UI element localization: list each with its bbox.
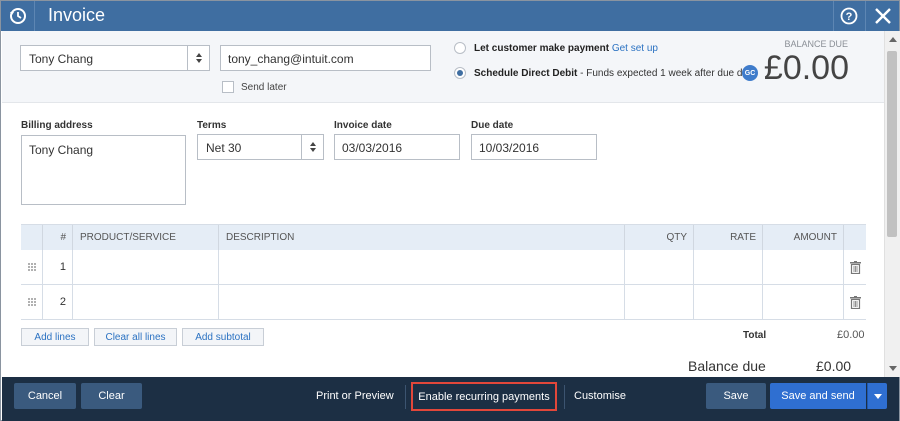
table-row[interactable]: 2 bbox=[21, 285, 866, 320]
customer-select[interactable]: Tony Chang bbox=[20, 45, 210, 71]
due-date-field[interactable]: 10/03/2016 bbox=[471, 134, 597, 160]
invoice-date-label: Invoice date bbox=[334, 120, 392, 131]
add-subtotal-button[interactable]: Add subtotal bbox=[182, 328, 264, 346]
save-button[interactable]: Save bbox=[706, 383, 766, 409]
column-product-service: PRODUCT/SERVICE bbox=[73, 225, 219, 251]
billing-address-field[interactable]: Tony Chang bbox=[21, 135, 186, 205]
enable-recurring-payments-link[interactable]: Enable recurring payments bbox=[411, 382, 557, 411]
due-date-label: Due date bbox=[471, 120, 514, 131]
footer-divider bbox=[564, 385, 565, 409]
amount-cell[interactable] bbox=[763, 285, 844, 320]
balance-due-amount: £0.00 bbox=[763, 49, 849, 87]
close-icon[interactable] bbox=[865, 1, 899, 31]
footer-divider bbox=[405, 385, 406, 409]
total-label: Total bbox=[743, 330, 767, 341]
balance-due-caption: BALANCE DUE bbox=[784, 39, 848, 49]
window-title: Invoice bbox=[48, 5, 106, 25]
vertical-scrollbar[interactable] bbox=[884, 31, 900, 377]
scroll-down-icon[interactable] bbox=[889, 366, 897, 371]
print-preview-link[interactable]: Print or Preview bbox=[316, 390, 394, 402]
save-and-send-button[interactable]: Save and send bbox=[770, 383, 866, 409]
column-amount: AMOUNT bbox=[763, 225, 844, 251]
terms-value: Net 30 bbox=[206, 141, 242, 155]
scroll-up-icon[interactable] bbox=[889, 37, 897, 42]
direct-debit-radio[interactable] bbox=[454, 67, 466, 79]
make-payment-radio[interactable] bbox=[454, 42, 466, 54]
make-payment-label: Let customer make payment bbox=[474, 43, 610, 54]
terms-select[interactable]: Net 30 bbox=[197, 134, 324, 160]
line-items-header: # PRODUCT/SERVICE DESCRIPTION QTY RATE A… bbox=[21, 224, 866, 251]
trash-icon[interactable] bbox=[850, 261, 861, 274]
description-cell[interactable] bbox=[219, 250, 625, 285]
rate-cell[interactable] bbox=[694, 250, 763, 285]
chevron-down-icon bbox=[873, 393, 882, 399]
footer-toolbar: Cancel Clear Print or Preview Enable rec… bbox=[2, 377, 899, 421]
row-number: 2 bbox=[59, 296, 66, 308]
send-later-label: Send later bbox=[241, 82, 287, 93]
svg-text:?: ? bbox=[845, 11, 852, 23]
qty-cell[interactable] bbox=[625, 250, 694, 285]
billing-address-label: Billing address bbox=[21, 120, 93, 131]
trash-icon[interactable] bbox=[850, 296, 861, 309]
cancel-button[interactable]: Cancel bbox=[14, 383, 76, 409]
title-bar: Invoice ? bbox=[1, 1, 899, 31]
drag-handle-icon[interactable] bbox=[27, 262, 37, 272]
drag-handle-cell[interactable] bbox=[21, 285, 43, 320]
clear-all-lines-button[interactable]: Clear all lines bbox=[94, 328, 177, 346]
drag-handle-cell[interactable] bbox=[21, 250, 43, 285]
send-later-checkbox[interactable] bbox=[222, 81, 234, 93]
rate-cell[interactable] bbox=[694, 285, 763, 320]
invoice-header: Tony Chang tony_chang@intuit.com Send la… bbox=[2, 31, 884, 103]
product-service-cell[interactable] bbox=[73, 250, 219, 285]
qty-cell[interactable] bbox=[625, 285, 694, 320]
row-number-cell: 2 bbox=[43, 285, 73, 320]
add-lines-button[interactable]: Add lines bbox=[21, 328, 89, 346]
description-cell[interactable] bbox=[219, 285, 625, 320]
gocardless-icon: GC bbox=[742, 65, 758, 81]
direct-debit-label: Schedule Direct Debit bbox=[474, 68, 578, 79]
scroll-thumb[interactable] bbox=[887, 51, 897, 237]
select-arrows-icon bbox=[187, 46, 209, 70]
save-options-dropdown[interactable] bbox=[867, 383, 887, 409]
customer-name: Tony Chang bbox=[29, 52, 94, 66]
amount-cell[interactable] bbox=[763, 250, 844, 285]
product-service-cell[interactable] bbox=[73, 285, 219, 320]
get-set-up-link[interactable]: Get set up bbox=[612, 43, 658, 54]
balance-due-value: £0.00 bbox=[816, 358, 852, 374]
history-icon[interactable] bbox=[1, 1, 35, 31]
clear-button[interactable]: Clear bbox=[81, 383, 142, 409]
total-value: £0.00 bbox=[837, 329, 865, 341]
balance-due-label: Balance due bbox=[688, 358, 766, 374]
customise-link[interactable]: Customise bbox=[574, 390, 626, 402]
column-qty: QTY bbox=[625, 225, 694, 251]
column-number: # bbox=[43, 225, 73, 251]
email-field[interactable]: tony_chang@intuit.com bbox=[220, 45, 431, 71]
drag-column-header bbox=[21, 225, 43, 251]
invoice-window: Invoice ? Tony Chang tony_chang@intuit.c… bbox=[0, 0, 900, 421]
row-number: 1 bbox=[59, 261, 66, 273]
drag-handle-icon[interactable] bbox=[27, 297, 37, 307]
invoice-date-field[interactable]: 03/03/2016 bbox=[334, 134, 460, 160]
direct-debit-detail: - Funds expected 1 week after due date bbox=[577, 68, 757, 79]
column-description: DESCRIPTION bbox=[219, 225, 625, 251]
help-icon[interactable]: ? bbox=[833, 1, 863, 31]
terms-label: Terms bbox=[197, 120, 227, 131]
row-number-cell: 1 bbox=[43, 250, 73, 285]
select-arrows-icon bbox=[301, 135, 323, 159]
direct-debit-option: Schedule Direct Debit - Funds expected 1… bbox=[474, 68, 756, 79]
make-payment-option: Let customer make payment Get set up bbox=[474, 43, 658, 54]
table-row[interactable]: 1 bbox=[21, 250, 866, 285]
column-rate: RATE bbox=[694, 225, 763, 251]
